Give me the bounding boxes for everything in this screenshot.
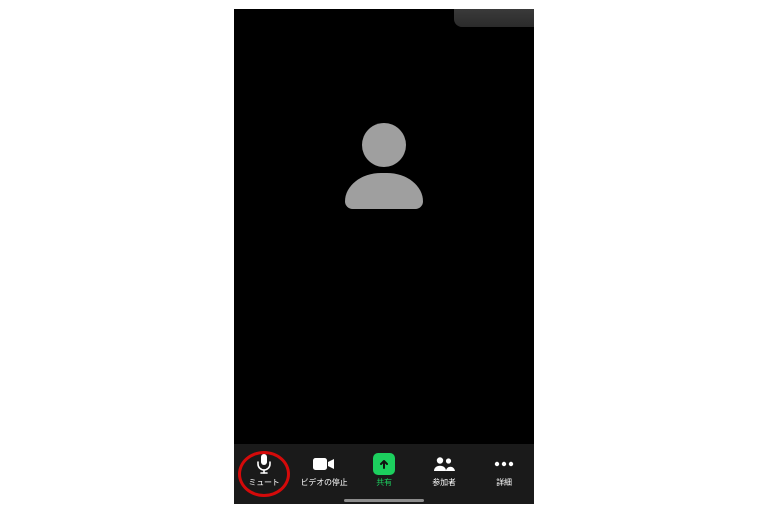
participant-avatar-placeholder: [345, 123, 423, 209]
stop-video-label: ビデオの停止: [301, 479, 348, 487]
mute-label: ミュート: [248, 479, 279, 487]
share-arrow-icon: [373, 453, 395, 475]
avatar-body-icon: [345, 173, 423, 209]
more-label: 詳細: [496, 479, 512, 487]
video-area[interactable]: [234, 9, 534, 444]
meeting-screen: ミュート ビデオの停止 共有: [234, 9, 534, 504]
share-label: 共有: [376, 479, 392, 487]
microphone-icon: [257, 453, 271, 475]
participants-label: 参加者: [432, 479, 455, 487]
share-button[interactable]: 共有: [354, 453, 414, 487]
mute-button[interactable]: ミュート: [234, 453, 294, 487]
more-button[interactable]: 詳細: [474, 453, 534, 487]
more-icon: [494, 453, 514, 475]
meeting-toolbar: ミュート ビデオの停止 共有: [234, 444, 534, 504]
video-camera-icon: [313, 453, 335, 475]
avatar-head-icon: [362, 123, 406, 167]
stop-video-button[interactable]: ビデオの停止: [294, 453, 354, 487]
home-indicator[interactable]: [344, 499, 424, 502]
participants-icon: [433, 453, 455, 475]
participants-button[interactable]: 参加者: [414, 453, 474, 487]
